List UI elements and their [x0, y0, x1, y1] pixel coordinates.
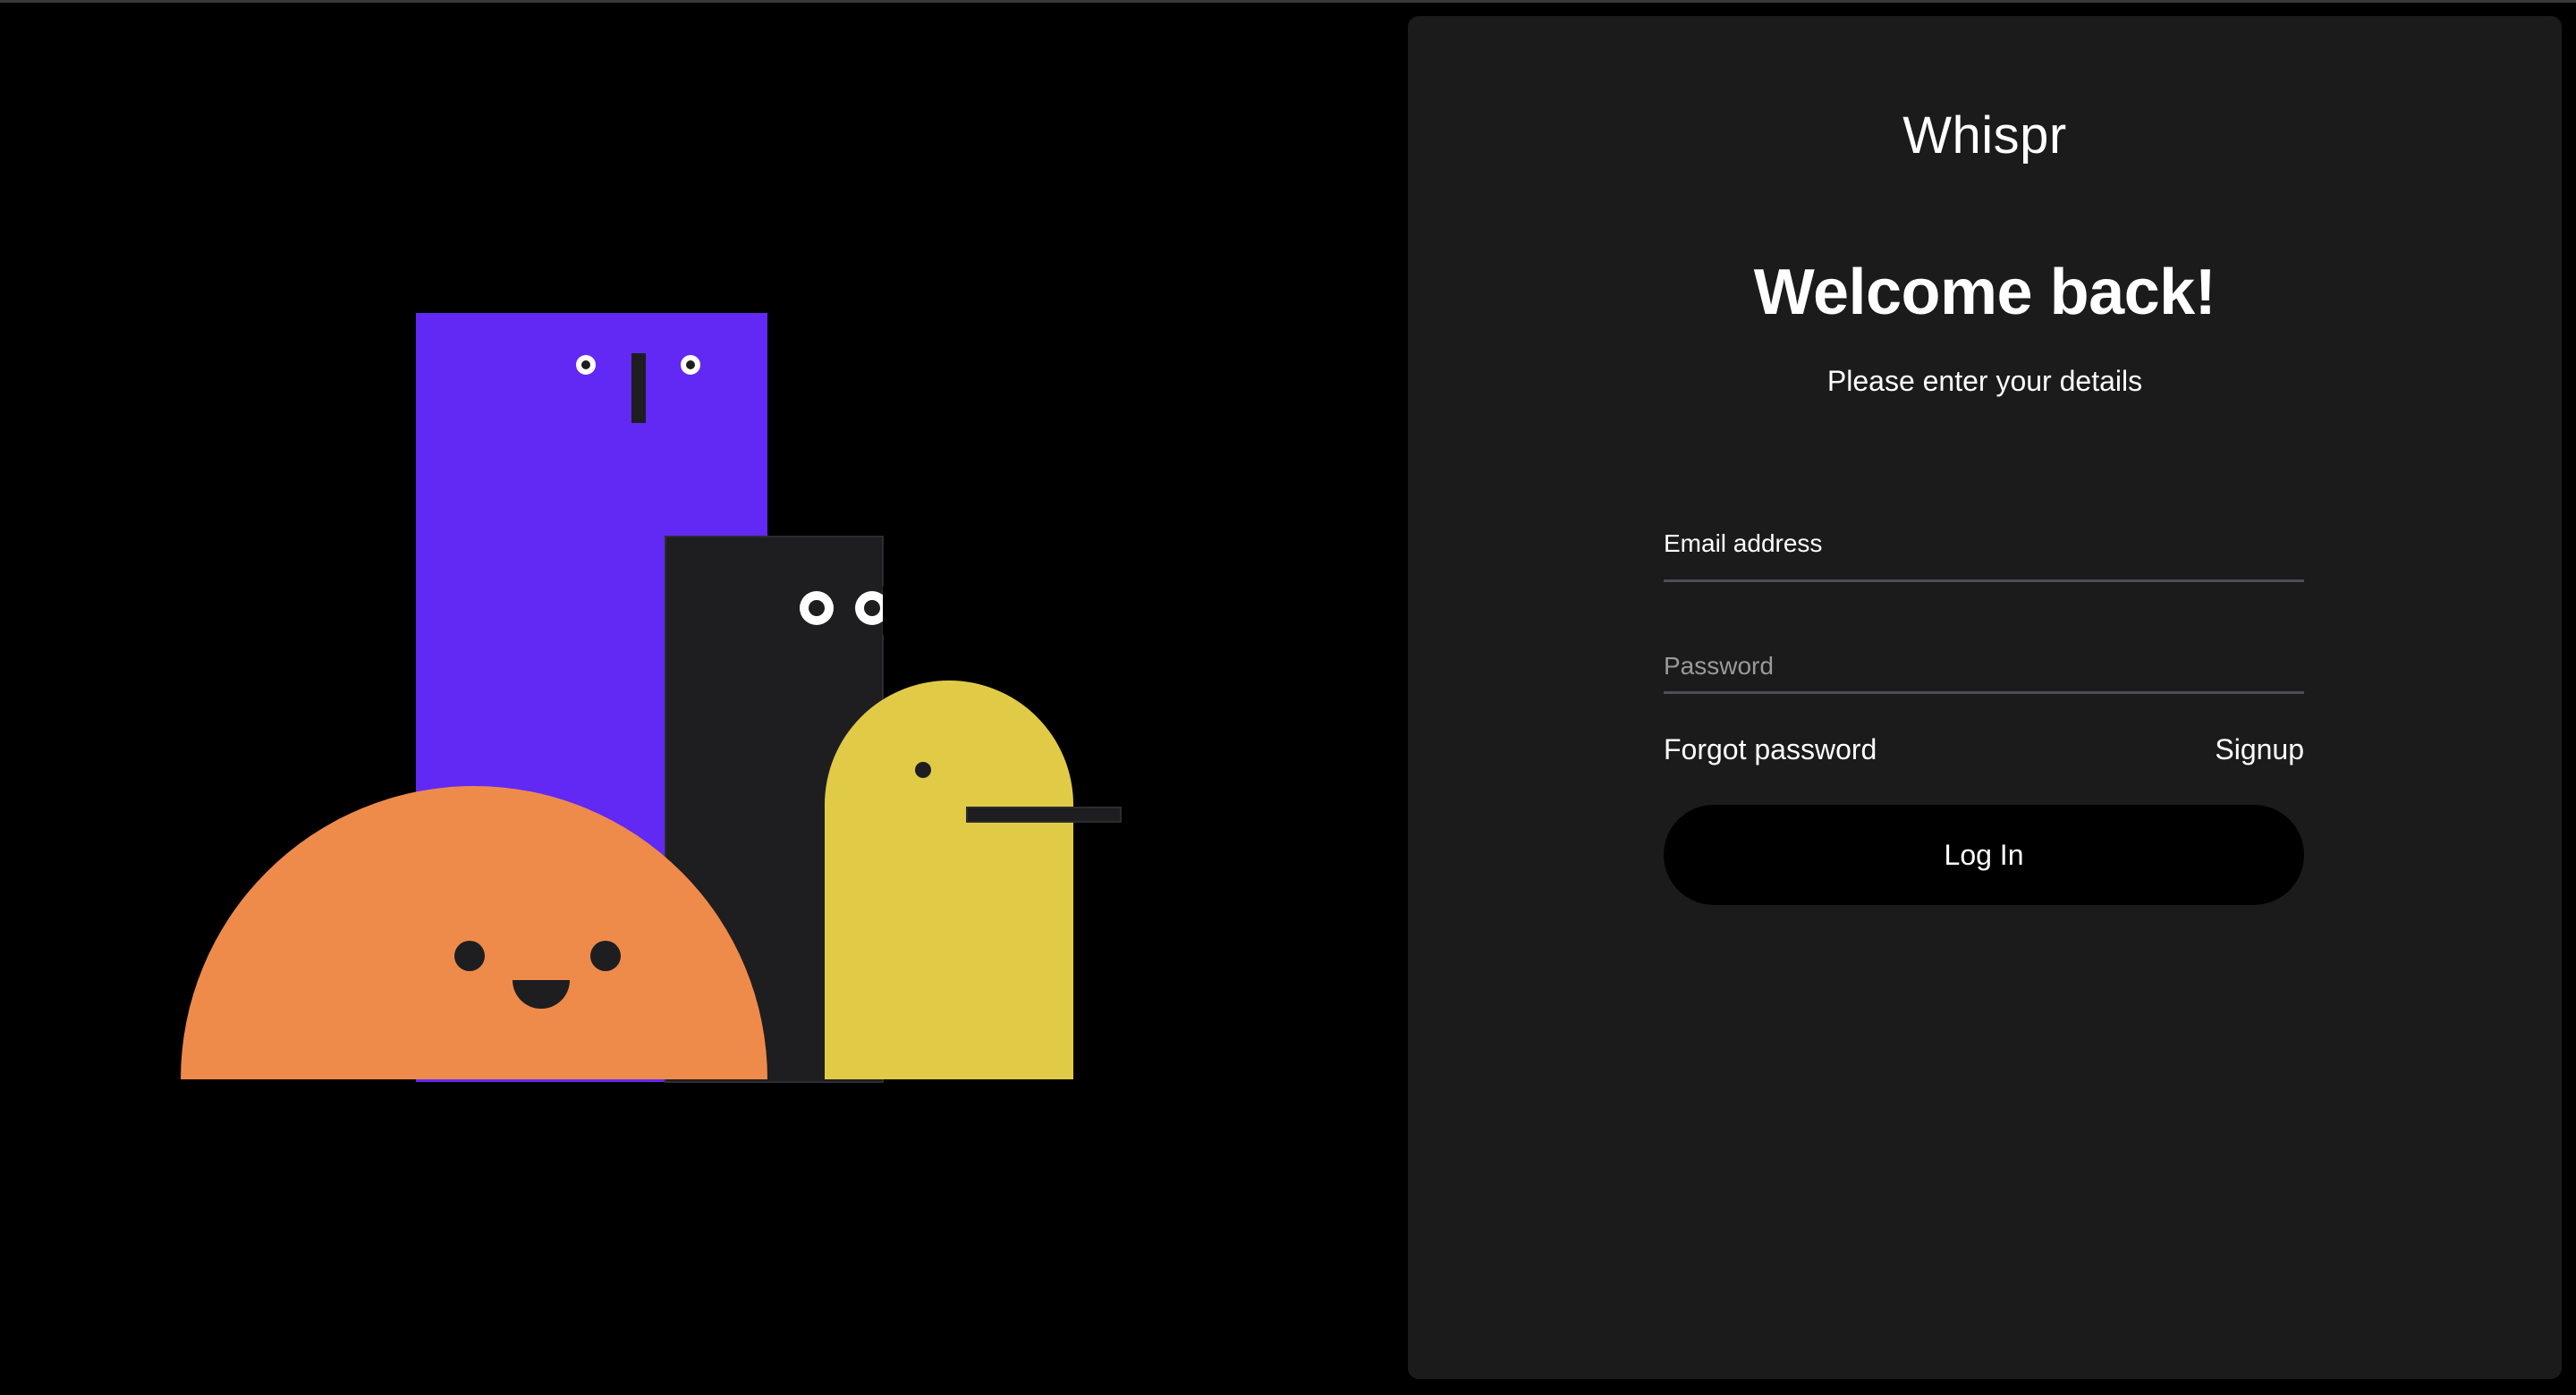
brand-logo: Whispr: [1902, 106, 2067, 165]
login-form: Email address Forgot password Signup Log…: [1664, 499, 2304, 905]
email-field[interactable]: Email address: [1664, 499, 2304, 582]
password-field[interactable]: [1664, 611, 2304, 694]
login-card: Whispr Welcome back! Please enter your d…: [1408, 16, 2562, 1379]
yellow-character: [825, 681, 1122, 1079]
login-page: Whispr Welcome back! Please enter your d…: [0, 0, 2576, 1395]
email-field-label: Email address: [1664, 529, 1823, 557]
password-input[interactable]: [1664, 611, 2304, 691]
page-title: Welcome back!: [1753, 257, 2216, 328]
signup-link[interactable]: Signup: [2215, 733, 2304, 766]
forgot-password-link[interactable]: Forgot password: [1664, 733, 1877, 766]
hero-illustration: [0, 0, 1395, 1395]
characters-illustration-icon: [181, 313, 1122, 1083]
login-button[interactable]: Log In: [1664, 805, 2304, 905]
page-subtitle: Please enter your details: [1826, 365, 2143, 397]
auth-links-row: Forgot password Signup: [1664, 733, 2304, 773]
